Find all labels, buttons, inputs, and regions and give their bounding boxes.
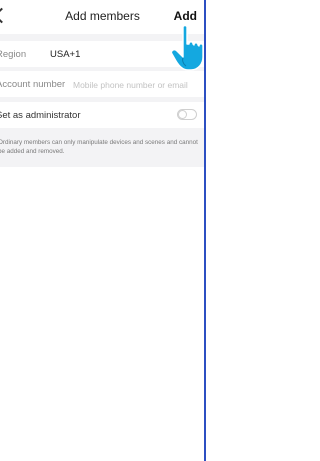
account-label: Account number bbox=[0, 79, 66, 90]
account-input[interactable] bbox=[73, 78, 198, 92]
hand-pointer-icon bbox=[170, 24, 204, 71]
admin-toggle[interactable] bbox=[177, 109, 197, 120]
region-value: USA+1 bbox=[50, 49, 81, 60]
member-permission-note: Ordinary members can only manipulate dev… bbox=[0, 139, 198, 155]
screen: Add members Add Region USA+1 Account num… bbox=[0, 0, 257, 461]
admin-label: Set as administrator bbox=[0, 110, 81, 121]
toggle-knob bbox=[178, 110, 187, 119]
account-row: Account number bbox=[0, 71, 204, 97]
admin-row: Set as administrator bbox=[0, 102, 204, 128]
region-label: Region bbox=[0, 49, 27, 60]
add-button[interactable]: Add bbox=[174, 9, 197, 23]
